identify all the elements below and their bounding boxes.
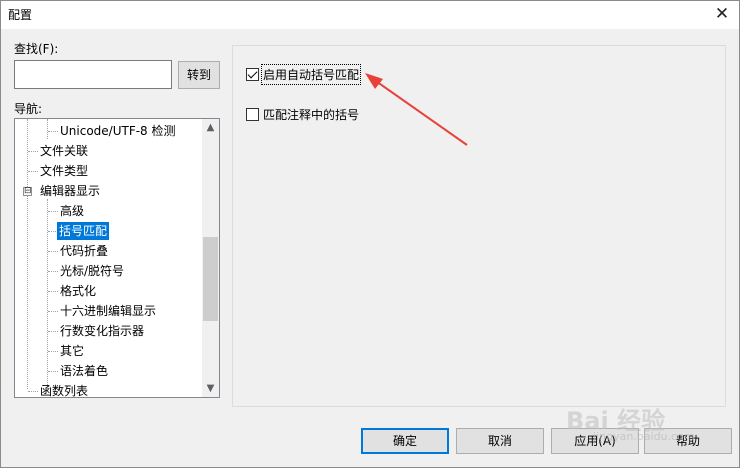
tree-line	[28, 171, 38, 172]
tree-line	[48, 251, 58, 252]
tree-item-cursor-caret[interactable]: 光标/脱符号	[58, 262, 126, 280]
tree-item-unicode-detect[interactable]: Unicode/UTF-8 检测	[58, 122, 178, 140]
options-panel: 启用自动括号匹配 匹配注释中的括号	[232, 45, 726, 407]
tree-item-syntax-coloring[interactable]: 语法着色	[58, 362, 110, 380]
tree-item-brace-matching[interactable]: 括号匹配	[57, 222, 110, 240]
goto-button[interactable]: 转到	[178, 61, 220, 89]
tree-item-line-change-indicator[interactable]: 行数变化指示器	[58, 322, 146, 340]
close-icon[interactable]: ✕	[711, 5, 733, 25]
tree-line	[27, 119, 28, 389]
tree-line	[48, 131, 58, 132]
tree-line	[48, 271, 58, 272]
tree-scrollbar[interactable]: ▲ ▼	[202, 119, 219, 397]
enable-brace-matching-label[interactable]: 启用自动括号匹配	[260, 64, 362, 85]
find-input[interactable]	[14, 60, 172, 89]
find-label: 查找(F):	[14, 42, 59, 56]
watermark-url: jingyan.baidu.com	[593, 430, 695, 443]
tree-line	[48, 331, 58, 332]
tree-item-code-folding[interactable]: 代码折叠	[58, 242, 110, 260]
cancel-button[interactable]: 取消	[456, 428, 544, 454]
tree-item-hex-display[interactable]: 十六进制编辑显示	[58, 302, 158, 320]
ok-button[interactable]: 确定	[361, 428, 449, 454]
scroll-up-icon[interactable]: ▲	[202, 119, 219, 136]
tree-line	[28, 151, 38, 152]
tree-item-formatting[interactable]: 格式化	[58, 282, 98, 300]
tree-line	[48, 351, 58, 352]
tree-item-file-assoc[interactable]: 文件关联	[38, 142, 90, 160]
enable-brace-matching-checkbox[interactable]	[246, 68, 259, 81]
match-in-comments-label[interactable]: 匹配注释中的括号	[263, 106, 359, 123]
match-in-comments-checkbox[interactable]	[246, 108, 259, 121]
tree-line	[48, 311, 58, 312]
tree-line	[48, 371, 58, 372]
tree-item-advanced[interactable]: 高级	[58, 202, 86, 220]
tree-line	[28, 391, 38, 392]
scroll-down-icon[interactable]: ▼	[202, 380, 219, 397]
nav-label: 导航:	[14, 102, 43, 116]
config-dialog: 配置 ✕ 查找(F): 转到 导航: Unicode/UTF-8 检测 文件关联…	[0, 0, 740, 468]
window-title: 配置	[8, 8, 33, 22]
tree-line	[47, 119, 48, 139]
tree-item-file-types[interactable]: 文件类型	[38, 162, 90, 180]
title-bar: 配置 ✕	[1, 1, 739, 29]
tree-line	[48, 211, 58, 212]
tree-item-function-list[interactable]: 函数列表	[38, 382, 90, 397]
collapse-icon[interactable]: ⊟	[23, 187, 32, 196]
nav-tree[interactable]: Unicode/UTF-8 检测 文件关联 文件类型 ⊟ 编辑器显示 高级 括号…	[14, 118, 220, 398]
enable-brace-matching-option[interactable]: 启用自动括号匹配	[246, 64, 362, 85]
tree-line	[47, 199, 48, 389]
tree-item-editor-display[interactable]: 编辑器显示	[38, 182, 102, 200]
tree-item-other[interactable]: 其它	[58, 342, 86, 360]
scroll-thumb[interactable]	[203, 237, 218, 321]
match-in-comments-option[interactable]: 匹配注释中的括号	[246, 106, 359, 123]
tree-line	[48, 291, 58, 292]
